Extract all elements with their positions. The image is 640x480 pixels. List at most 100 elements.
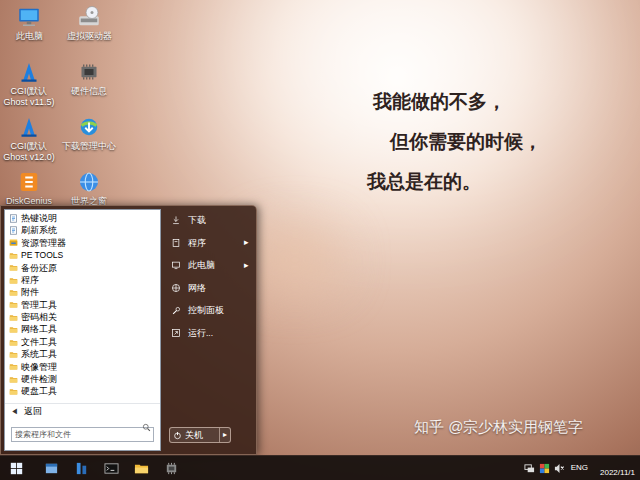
program-item[interactable]: 硬件检测: [5, 373, 160, 385]
place-item[interactable]: 网络: [167, 277, 249, 300]
program-item[interactable]: 资源管理器: [5, 237, 160, 249]
place-label: 此电脑: [188, 261, 215, 270]
back-button[interactable]: ◀返回: [5, 403, 160, 419]
submenu-arrow-icon: ▸: [244, 261, 249, 270]
folder-icon: [9, 350, 18, 359]
browser-icon: [77, 170, 101, 194]
program-item[interactable]: 映像管理: [5, 361, 160, 373]
wallpaper-quote: 我能做的不多，但你需要的时候，我总是在的。: [367, 90, 542, 194]
program-item[interactable]: 硬盘工具: [5, 385, 160, 397]
tray-item[interactable]: [554, 463, 565, 474]
program-item[interactable]: PE TOOLS: [5, 249, 160, 261]
program-item[interactable]: 备份还原: [5, 262, 160, 274]
place-item[interactable]: 程序▸: [167, 232, 249, 255]
virtual-drive-icon: [77, 5, 101, 29]
windows-logo-icon: [10, 462, 23, 475]
program-list: 热键说明刷新系统资源管理器 PE TOOLS 备份还原程序附件管理工具密码相关网络工…: [5, 210, 160, 398]
program-label: 资源管理器: [21, 239, 66, 248]
network-icon: [171, 283, 181, 293]
desktop-icon[interactable]: 此电脑: [0, 3, 58, 58]
volume-icon: [554, 463, 565, 474]
program-item[interactable]: 程序: [5, 274, 160, 286]
place-label: 运行...: [188, 329, 213, 338]
folder-icon: [9, 300, 18, 309]
power-icon: [173, 431, 182, 440]
desktop-icon[interactable]: CGI(默认 Ghost v12.0): [0, 113, 58, 168]
folder-icon: [9, 325, 18, 334]
search-icon: [142, 423, 151, 432]
shutdown-main[interactable]: 关机: [170, 428, 219, 442]
place-item[interactable]: 下载: [167, 209, 249, 232]
diskgenius-icon: [17, 170, 41, 194]
program-item[interactable]: 密码相关: [5, 311, 160, 323]
shutdown-arrow-icon[interactable]: ▸: [219, 428, 230, 442]
back-label: 返回: [24, 407, 42, 416]
taskbar-app[interactable]: [126, 456, 156, 480]
folder-icon: [9, 375, 18, 384]
folder-icon: [9, 387, 18, 396]
display-icon: [539, 463, 550, 474]
program-item[interactable]: 刷新系统: [5, 224, 160, 236]
desktop-icon[interactable]: 虚拟驱动器: [60, 3, 118, 58]
program-item[interactable]: 系统工具: [5, 348, 160, 360]
place-item[interactable]: 运行...: [167, 322, 249, 345]
program-label: 备份还原: [21, 264, 57, 273]
programs-icon: [171, 238, 181, 248]
start-menu: 热键说明刷新系统资源管理器 PE TOOLS 备份还原程序附件管理工具密码相关网络工…: [0, 205, 257, 455]
taskbar-apps: [32, 456, 186, 480]
taskbar-app[interactable]: [156, 456, 186, 480]
watermark: 知乎 @宗少林实用钢笔字: [414, 417, 583, 437]
explorer-icon: [44, 461, 59, 476]
program-item[interactable]: 文件工具: [5, 336, 160, 348]
desktop-icon[interactable]: 硬件信息: [60, 58, 118, 113]
folder-icon: [134, 461, 149, 476]
program-label: PE TOOLS: [21, 251, 63, 260]
clock[interactable]: 2022/11/1: [594, 456, 635, 480]
taskbar-app[interactable]: [96, 456, 126, 480]
folder-icon: [9, 362, 18, 371]
desktop: 我能做的不多，但你需要的时候，我总是在的。此电脑虚拟驱动器CGI(默认 Ghos…: [0, 0, 640, 480]
search-icon: [142, 423, 151, 432]
program-item[interactable]: 管理工具: [5, 299, 160, 311]
language-indicator[interactable]: ENG: [569, 464, 590, 472]
program-item[interactable]: 网络工具: [5, 324, 160, 336]
start-button[interactable]: [0, 456, 32, 480]
program-label: 热键说明: [21, 214, 57, 223]
program-item[interactable]: 热键说明: [5, 212, 160, 224]
desktop-icon[interactable]: 下载管理中心: [60, 113, 118, 168]
download-icon: [77, 115, 101, 139]
desktop-icon-label: CGI(默认 Ghost v11.5): [0, 86, 58, 108]
folder-icon: [9, 338, 18, 347]
taskbar-app[interactable]: [36, 456, 66, 480]
windows-logo-icon: [10, 462, 23, 475]
taskbar-app[interactable]: [66, 456, 96, 480]
place-item[interactable]: 控制面板: [167, 299, 249, 322]
folder-icon: [9, 313, 18, 322]
download-icon: [171, 215, 181, 225]
quote-line: 我能做的不多，: [373, 90, 542, 114]
tray-item[interactable]: [524, 463, 535, 474]
network-icon: [524, 463, 535, 474]
network-icon: [524, 463, 535, 474]
control-panel-icon: [171, 306, 181, 316]
desktop-icons: 此电脑虚拟驱动器 CGI(默认 Ghost v11.5)硬件信息CGI(默认 Gh…: [0, 3, 118, 223]
folder-icon: [9, 288, 18, 297]
cgi-icon: [17, 115, 41, 139]
program-label: 映像管理: [21, 363, 57, 372]
desktop-icon[interactable]: CGI(默认 Ghost v11.5): [0, 58, 58, 113]
program-label: 文件工具: [21, 338, 57, 347]
program-label: 硬盘工具: [21, 387, 57, 396]
download-icon: [77, 115, 101, 139]
tray-item[interactable]: [539, 463, 550, 474]
submenu-arrow-icon: ▸: [244, 238, 249, 247]
folder-icon: [9, 251, 18, 260]
shutdown-button[interactable]: 关机▸: [169, 427, 231, 443]
place-label: 下载: [188, 216, 206, 225]
folder-icon: [9, 263, 18, 272]
place-item[interactable]: 此电脑 ▸: [167, 254, 249, 277]
folder-icon: [9, 387, 18, 396]
program-item[interactable]: 附件: [5, 286, 160, 298]
computer-icon: [17, 5, 41, 29]
search-input[interactable]: [11, 427, 154, 442]
doc-icon: [9, 214, 18, 223]
